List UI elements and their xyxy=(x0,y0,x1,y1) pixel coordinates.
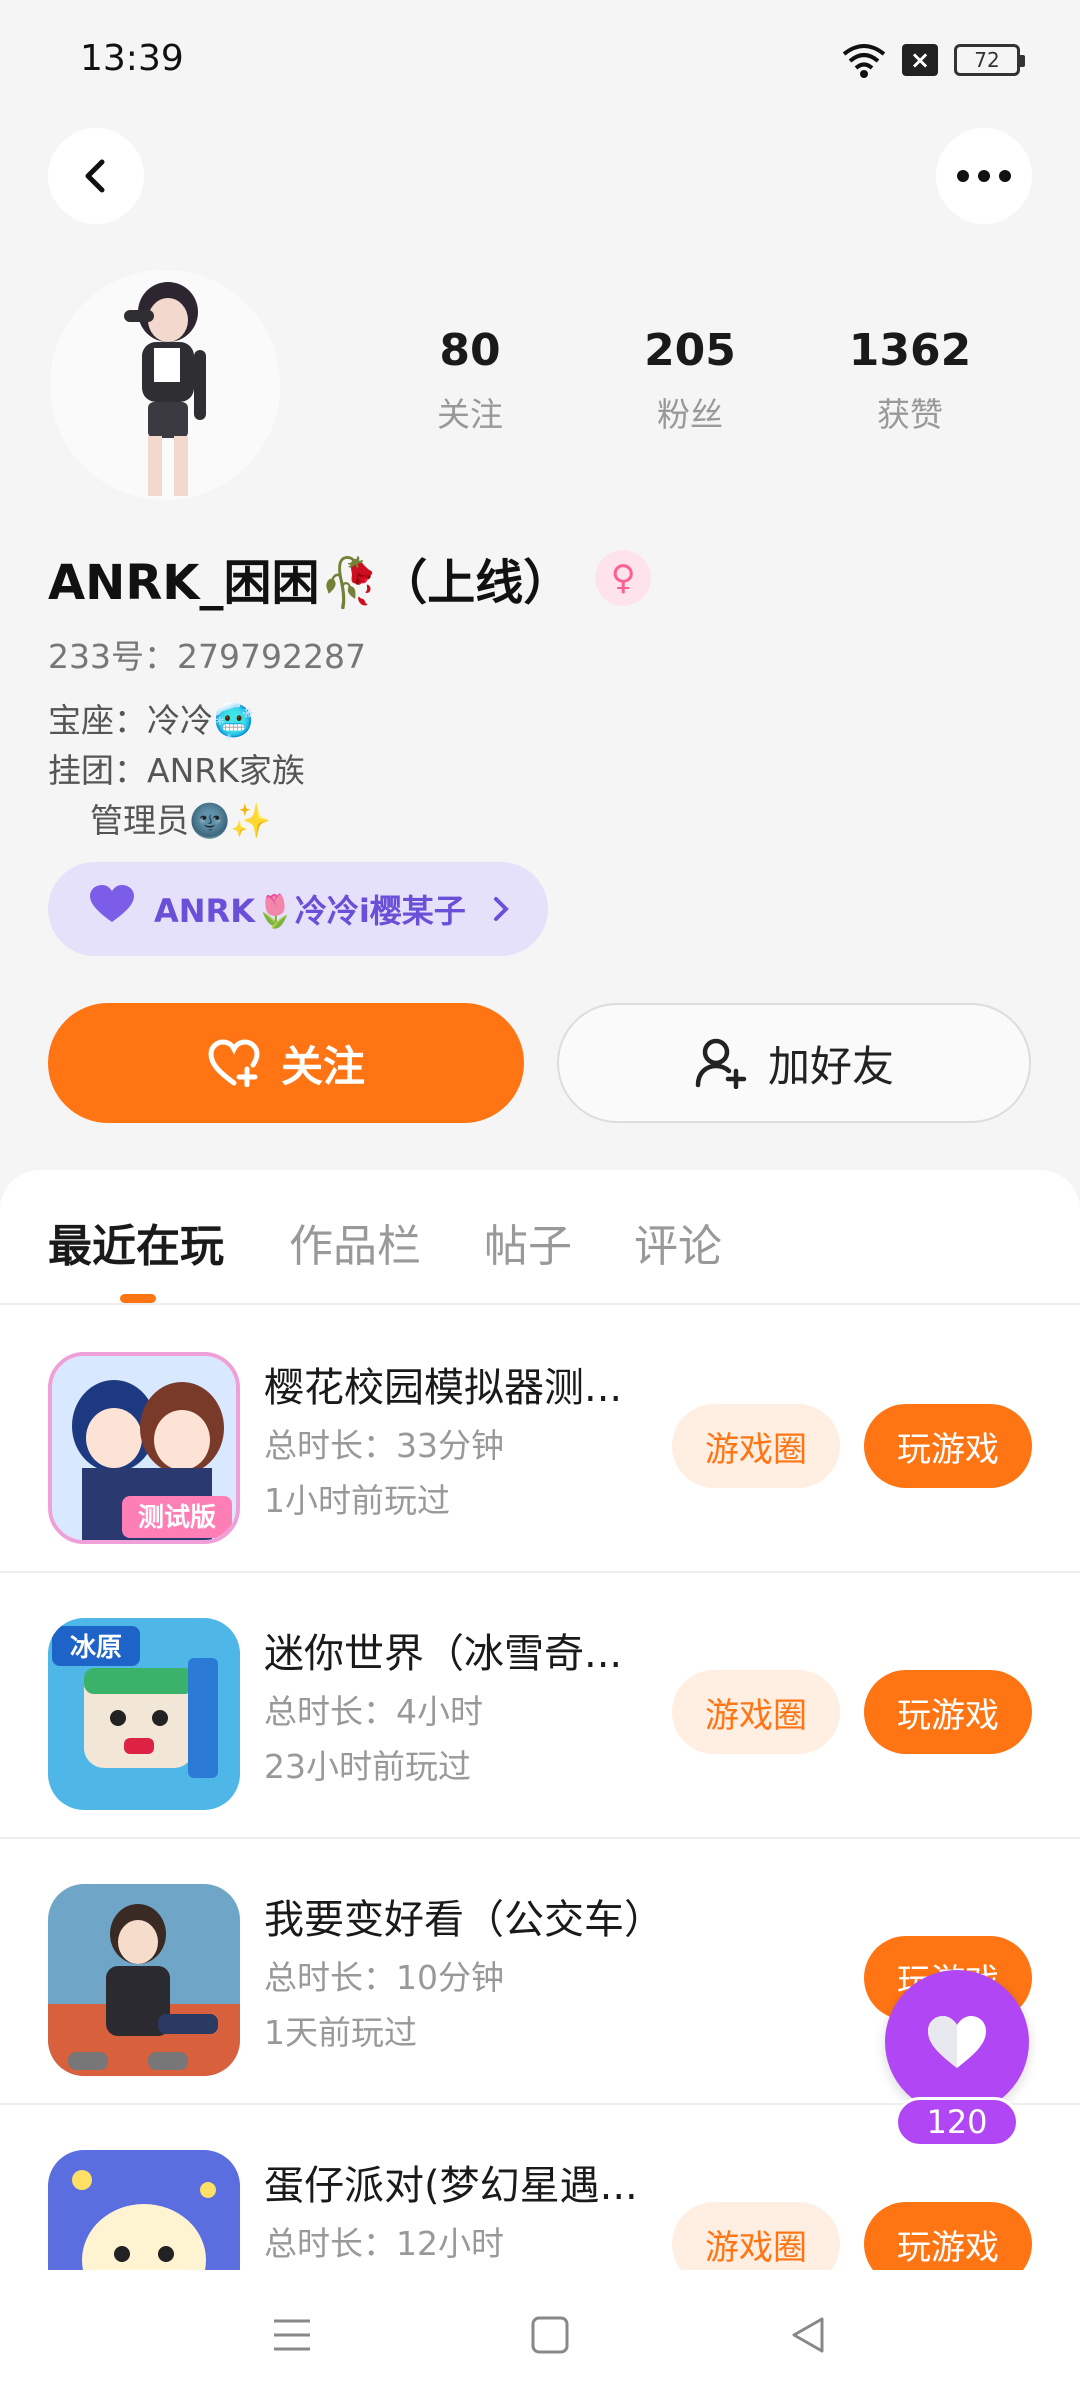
tab-recently-played[interactable]: 最近在玩 xyxy=(48,1210,224,1274)
stat-following[interactable]: 80 关注 xyxy=(360,325,580,436)
profile-stats: 80 关注 205 粉丝 1362 获赞 xyxy=(360,325,1020,436)
more-button[interactable] xyxy=(936,128,1032,224)
game-row[interactable]: 冰原 迷你世界（冰雪奇... 总时长：4小时 23小时前玩过 游戏圈 玩游戏 xyxy=(0,1573,1080,1839)
play-game-button[interactable]: 玩游戏 xyxy=(864,1670,1032,1754)
game-title: 迷你世界（冰雪奇... xyxy=(264,1631,623,1677)
add-friend-button[interactable]: 加好友 xyxy=(557,1003,1031,1123)
home-icon[interactable] xyxy=(530,2315,570,2355)
play-game-button[interactable]: 玩游戏 xyxy=(864,2202,1032,2270)
game-circle-button[interactable]: 游戏圈 xyxy=(672,1404,840,1488)
status-icons: × 72 xyxy=(842,40,1025,80)
status-bar: 13:39 × 72 xyxy=(0,0,1080,120)
tab-bar: 最近在玩 作品栏 帖子 评论 xyxy=(0,1170,1080,1305)
game-icon-badge: 冰原 xyxy=(70,1633,122,1663)
heart-icon xyxy=(928,2016,986,2068)
stat-value: 80 xyxy=(439,325,501,376)
tab-posts[interactable]: 帖子 xyxy=(484,1210,572,1274)
tab-works[interactable]: 作品栏 xyxy=(289,1210,421,1274)
game-last-played: 23小时前玩过 xyxy=(264,1747,471,1786)
chevron-right-icon xyxy=(493,897,509,921)
family-label: ANRK🌷冷冷i樱某子 xyxy=(154,892,466,930)
user-id: 233号：279792287 xyxy=(48,637,366,676)
play-game-button[interactable]: 玩游戏 xyxy=(864,1404,1032,1488)
stat-label: 关注 xyxy=(437,395,503,434)
game-duration: 总时长：33分钟 xyxy=(264,1426,504,1465)
avatar[interactable] xyxy=(50,270,280,500)
stat-label: 粉丝 xyxy=(657,395,723,434)
add-friend-label: 加好友 xyxy=(767,1041,894,1091)
stat-value: 1362 xyxy=(848,325,972,376)
game-duration: 总时长：10分钟 xyxy=(264,1958,504,1997)
status-time: 13:39 xyxy=(80,38,184,79)
wifi-icon xyxy=(842,42,886,78)
game-title: 我要变好看（公交车） xyxy=(264,1897,664,1943)
like-count: 120 xyxy=(895,2097,1019,2147)
game-icon: 测试版 xyxy=(48,1352,240,1544)
follow-button[interactable]: 关注 xyxy=(48,1003,524,1123)
game-row[interactable]: 测试版 樱花校园模拟器测... 总时长：33分钟 1小时前玩过 游戏圈 玩游戏 xyxy=(0,1307,1080,1573)
heart-icon xyxy=(88,884,136,934)
heart-plus-icon xyxy=(208,1039,260,1087)
game-icon: 冰原 xyxy=(48,1618,240,1810)
game-icon xyxy=(48,2150,240,2270)
back-button[interactable] xyxy=(48,128,144,224)
stat-label: 获赞 xyxy=(877,395,943,434)
battery-level: 72 xyxy=(974,48,1000,72)
game-last-played: 1小时前玩过 xyxy=(264,1481,450,1520)
stat-likes[interactable]: 1362 获赞 xyxy=(800,325,1020,436)
tab-comments[interactable]: 评论 xyxy=(634,1210,722,1274)
chevron-left-icon xyxy=(85,159,105,193)
back-nav-icon[interactable] xyxy=(788,2315,828,2355)
game-title: 蛋仔派对(梦幻星遇... xyxy=(264,2163,638,2209)
game-circle-button[interactable]: 游戏圈 xyxy=(672,2202,840,2270)
game-icon xyxy=(48,1884,240,2076)
stat-value: 205 xyxy=(644,325,736,376)
username: ANRK_困困🥀（上线） xyxy=(48,555,572,611)
follow-label: 关注 xyxy=(280,1041,365,1091)
game-icon-badge: 测试版 xyxy=(138,1503,216,1533)
more-dots-icon xyxy=(957,170,1011,182)
system-nav-bar xyxy=(0,2270,1080,2400)
no-sim-icon: × xyxy=(902,44,938,76)
menu-icon[interactable] xyxy=(272,2315,312,2355)
game-circle-button[interactable]: 游戏圈 xyxy=(672,1670,840,1754)
game-duration: 总时长：4小时 xyxy=(264,1692,483,1731)
battery-icon: 72 xyxy=(954,44,1025,76)
female-icon: ♀ xyxy=(595,550,652,606)
like-button[interactable] xyxy=(885,1970,1029,2114)
game-title: 樱花校园模拟器测... xyxy=(264,1365,623,1411)
game-duration: 总时长：12小时 xyxy=(264,2224,504,2263)
stat-followers[interactable]: 205 粉丝 xyxy=(580,325,800,436)
family-badge[interactable]: ANRK🌷冷冷i樱某子 xyxy=(48,862,548,956)
add-user-icon xyxy=(695,1038,747,1089)
bio: 宝座：冷冷🥶 挂团：ANRK家族 管理员🌚✨ xyxy=(48,701,305,840)
username-row: ANRK_困困🥀（上线） ♀ xyxy=(48,548,652,611)
tab-indicator xyxy=(120,1294,156,1303)
game-last-played: 1天前玩过 xyxy=(264,2013,417,2052)
